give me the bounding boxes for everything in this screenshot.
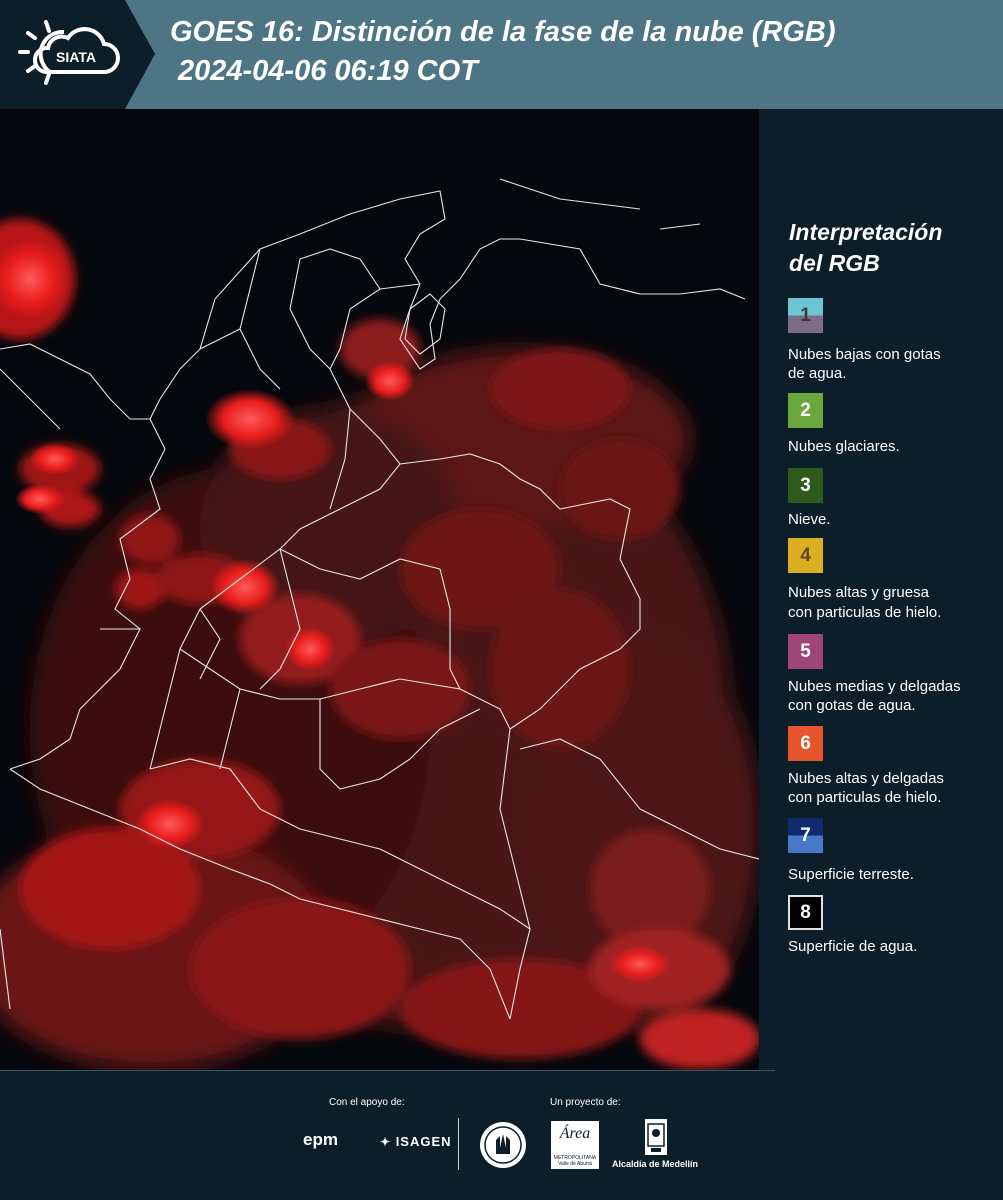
legend-text-line: de agua. <box>788 365 847 382</box>
legend-panel: Interpretación del RGB 1 Nubes bajas con… <box>759 109 1003 1070</box>
legend-text-line: Superficie terreste. <box>788 866 914 883</box>
area-metropolitana-logo: Área METROPOLITANA Valle de Aburrá <box>551 1121 599 1169</box>
timestamp: 2024-04-06 06:19 COT <box>178 55 478 87</box>
satellite-map <box>0 109 759 1070</box>
legend-text-line: Nubes glaciares. <box>788 438 900 455</box>
legend-swatch: 1 <box>788 298 823 333</box>
project-label: Un proyecto de: <box>550 1097 621 1108</box>
alcaldia-text: Alcaldía de Medellín <box>612 1159 699 1169</box>
header-bar: SIATA GOES 16: Distinción de la fase de … <box>0 0 1003 109</box>
support-label: Con el apoyo de: <box>329 1097 405 1108</box>
epm-logo: epm <box>303 1130 338 1149</box>
legend-swatch: 3 <box>788 468 823 503</box>
legend-swatch: 8 <box>788 895 823 930</box>
legend-text-line: Nubes altas y delgadas <box>788 770 944 787</box>
legend-swatch: 2 <box>788 393 823 428</box>
area-logo-sub2: Valle de Aburrá <box>558 1161 592 1167</box>
legend-text-line: con gotas de agua. <box>788 697 916 714</box>
isagen-logo: ✦ ISAGEN <box>380 1134 452 1149</box>
legend-text-line: Nieve. <box>788 511 831 528</box>
footer: Con el apoyo de: Un proyecto de: epm ✦ I… <box>0 1070 1003 1200</box>
legend-text-line: Nubes bajas con gotas <box>788 346 941 363</box>
footer-divider <box>0 1070 775 1071</box>
isagen-text: ISAGEN <box>395 1134 452 1149</box>
siata-logo-text: SIATA <box>56 49 96 65</box>
legend-text-line: con particulas de hielo. <box>788 789 942 806</box>
siata-logo: SIATA <box>0 0 155 109</box>
footer-separator <box>458 1118 459 1170</box>
alcaldia-shield-icon <box>645 1119 667 1155</box>
legend-text-line: con particulas de hielo. <box>788 604 942 621</box>
legend-title-line-2: del RGB <box>789 250 880 276</box>
siata-seal-icon <box>480 1122 526 1168</box>
legend-swatch: 7 <box>788 818 823 853</box>
legend-swatch: 5 <box>788 634 823 669</box>
legend-text-line: Superficie de agua. <box>788 938 918 955</box>
legend-title-line-1: Interpretación <box>789 219 943 245</box>
legend-text-line: Nubes medias y delgadas <box>788 678 961 695</box>
legend-text-line: Nubes altas y gruesa <box>788 584 929 601</box>
isagen-mark-icon: ✦ <box>380 1135 392 1149</box>
legend-title: Interpretación del RGB <box>789 217 989 279</box>
page-title: GOES 16: Distinción de la fase de la nub… <box>170 16 836 48</box>
legend-swatch: 4 <box>788 538 823 573</box>
legend-swatch: 6 <box>788 726 823 761</box>
area-logo-title: Área <box>559 1125 591 1142</box>
